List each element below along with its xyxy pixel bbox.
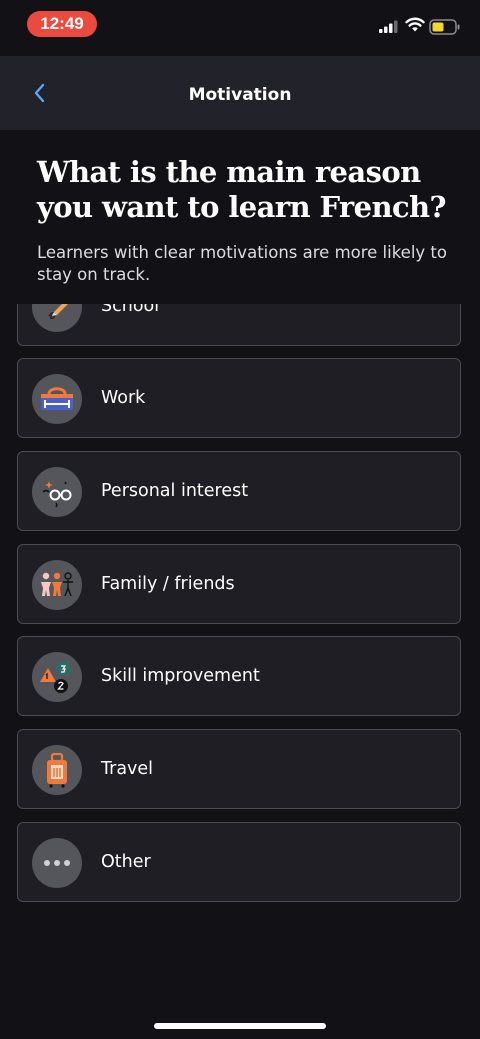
question-heading: What is the main reason you want to lear… (37, 155, 446, 224)
option-skill-improvement[interactable]: Skill improvement (17, 636, 461, 716)
option-personal-interest[interactable]: Personal interest (17, 451, 461, 531)
option-label: Family / friends (101, 574, 235, 594)
option-other[interactable]: Other (17, 822, 461, 902)
option-travel[interactable]: Travel (17, 729, 461, 809)
option-work[interactable]: Work (17, 358, 461, 438)
people-icon (32, 560, 82, 610)
more-dots-icon (32, 838, 82, 888)
option-label: Work (101, 388, 146, 408)
number-blocks-icon (32, 652, 82, 702)
option-label: Skill improvement (101, 666, 260, 686)
suitcase-icon (32, 745, 82, 795)
option-family-friends[interactable]: Family / friends (17, 544, 461, 624)
briefcase-icon (32, 374, 82, 424)
glasses-icon (32, 467, 82, 517)
option-label: Personal interest (101, 481, 249, 501)
question-header: What is the main reason you want to lear… (0, 130, 480, 304)
option-label: Other (101, 852, 151, 872)
question-subtitle: Learners with clear motivations are more… (37, 243, 447, 284)
option-label: Travel (101, 759, 154, 779)
